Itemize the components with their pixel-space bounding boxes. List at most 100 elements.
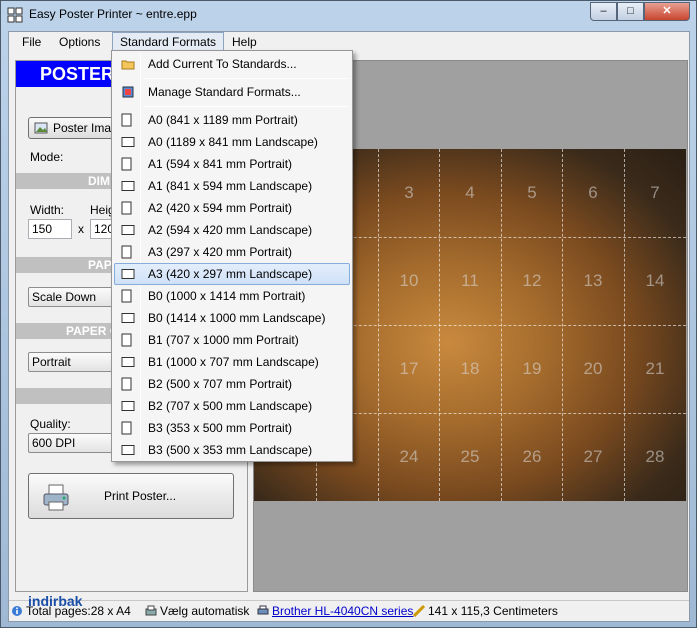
format-label: A0 (1189 x 841 mm Landscape) [148, 135, 318, 149]
portrait-page-icon [121, 421, 132, 435]
format-item[interactable]: A0 (841 x 1189 mm Portrait) [114, 109, 350, 131]
page-number: 6 [588, 183, 598, 202]
page-number: 4 [465, 183, 475, 202]
watermark-logo: indirbak [28, 593, 83, 609]
window-title: Easy Poster Printer ~ entre.epp [29, 7, 197, 21]
format-item[interactable]: B2 (707 x 500 mm Landscape) [114, 395, 350, 417]
format-label: B0 (1000 x 1414 mm Portrait) [148, 289, 306, 303]
landscape-page-icon [121, 225, 135, 235]
landscape-page-icon [121, 137, 135, 147]
menu-add-current[interactable]: Add Current To Standards... [114, 53, 350, 75]
format-item[interactable]: B1 (707 x 1000 mm Portrait) [114, 329, 350, 351]
title-bar: Easy Poster Printer ~ entre.epp – □ ✕ [1, 1, 696, 29]
format-label: B3 (353 x 500 mm Portrait) [148, 421, 293, 435]
format-label: A0 (841 x 1189 mm Portrait) [148, 113, 298, 127]
printer-icon [43, 484, 69, 511]
menu-manage-label: Manage Standard Formats... [148, 85, 301, 99]
quality-label: Quality: [30, 417, 71, 431]
format-label: B3 (500 x 353 mm Landscape) [148, 443, 313, 457]
format-label: B1 (707 x 1000 mm Portrait) [148, 333, 299, 347]
mode-label: Mode: [30, 150, 64, 164]
info-icon [12, 606, 22, 616]
menu-options[interactable]: Options [52, 32, 107, 53]
paper-source-text: Vælg automatisk [160, 604, 250, 618]
format-item[interactable]: A1 (594 x 841 mm Portrait) [114, 153, 350, 175]
portrait-page-icon [121, 289, 132, 303]
menu-separator [143, 106, 349, 107]
landscape-page-icon [121, 357, 135, 367]
printer-small-icon [257, 605, 269, 615]
format-item[interactable]: A3 (297 x 420 mm Portrait) [114, 241, 350, 263]
format-label: B1 (1000 x 707 mm Landscape) [148, 355, 319, 369]
format-item-selected[interactable]: A3 (420 x 297 mm Landscape) [114, 263, 350, 285]
quality-combo-value: 600 DPI [32, 436, 76, 450]
portrait-page-icon [121, 157, 132, 171]
format-item[interactable]: A2 (594 x 420 mm Landscape) [114, 219, 350, 241]
close-button[interactable]: ✕ [644, 2, 690, 21]
format-label: A1 (594 x 841 mm Portrait) [148, 157, 293, 171]
size-text: 141 x 115,3 Centimeters [428, 604, 558, 618]
portrait-page-icon [121, 201, 132, 215]
landscape-page-icon [121, 313, 135, 323]
format-label: B0 (1414 x 1000 mm Landscape) [148, 311, 326, 325]
page-number: 13 [583, 271, 603, 290]
format-item[interactable]: B0 (1000 x 1414 mm Portrait) [114, 285, 350, 307]
page-number: 10 [399, 271, 419, 290]
format-label: B2 (500 x 707 mm Portrait) [148, 377, 293, 391]
format-item[interactable]: B0 (1414 x 1000 mm Landscape) [114, 307, 350, 329]
scale-combo-value: Scale Down [32, 290, 97, 304]
status-bar: Total pages:28 x A4 Vælg automatisk Brot… [9, 600, 689, 621]
format-label: B2 (707 x 500 mm Landscape) [148, 399, 313, 413]
folder-add-icon [121, 60, 135, 70]
format-label: A3 (297 x 420 mm Portrait) [148, 245, 293, 259]
print-poster-label: Print Poster... [104, 489, 177, 503]
width-input[interactable]: 150 [28, 219, 72, 239]
app-icon [7, 7, 23, 23]
format-item[interactable]: B2 (500 x 707 mm Portrait) [114, 373, 350, 395]
page-number: 18 [460, 359, 480, 378]
format-label: A3 (420 x 297 mm Landscape) [148, 267, 313, 281]
menu-separator [143, 78, 349, 79]
menu-manage[interactable]: Manage Standard Formats... [114, 81, 350, 103]
times-label: x [78, 222, 84, 236]
format-item[interactable]: A2 (420 x 594 mm Portrait) [114, 197, 350, 219]
paper-source-status: Vælg automatisk [145, 604, 249, 618]
landscape-page-icon [121, 181, 135, 191]
print-poster-button[interactable]: Print Poster... [28, 473, 234, 519]
maximize-button[interactable]: □ [617, 2, 644, 21]
format-label: A1 (841 x 594 mm Landscape) [148, 179, 313, 193]
manage-icon [122, 86, 134, 98]
landscape-page-icon [121, 269, 135, 279]
page-number: 19 [522, 359, 542, 378]
width-label: Width: [30, 203, 65, 217]
format-item[interactable]: B3 (353 x 500 mm Portrait) [114, 417, 350, 439]
portrait-page-icon [121, 377, 132, 391]
printer-status[interactable]: Brother HL-4040CN series [257, 604, 413, 618]
quality-combo[interactable]: 600 DPI ▼ [28, 433, 123, 453]
page-number: 24 [399, 447, 419, 466]
format-label: A2 (594 x 420 mm Landscape) [148, 223, 313, 237]
tray-icon [145, 605, 157, 616]
image-icon [34, 122, 48, 134]
format-label: A2 (420 x 594 mm Portrait) [148, 201, 293, 215]
page-number: 26 [522, 447, 542, 466]
ruler-icon [413, 605, 425, 617]
page-number: 3 [404, 183, 414, 202]
orientation-combo-value: Portrait [32, 355, 71, 369]
format-item[interactable]: A1 (841 x 594 mm Landscape) [114, 175, 350, 197]
page-number: 20 [583, 359, 603, 378]
portrait-page-icon [121, 113, 132, 127]
menu-add-current-label: Add Current To Standards... [148, 57, 297, 71]
orientation-combo[interactable]: Portrait [28, 352, 123, 372]
minimize-button[interactable]: – [590, 2, 617, 21]
format-item[interactable]: B3 (500 x 353 mm Landscape) [114, 439, 350, 461]
page-number: 5 [527, 183, 537, 202]
portrait-page-icon [121, 245, 132, 259]
page-number: 28 [645, 447, 665, 466]
page-number: 7 [650, 183, 660, 202]
format-item[interactable]: A0 (1189 x 841 mm Landscape) [114, 131, 350, 153]
scale-combo[interactable]: Scale Down [28, 287, 123, 307]
format-item[interactable]: B1 (1000 x 707 mm Landscape) [114, 351, 350, 373]
menu-file[interactable]: File [15, 32, 48, 53]
printer-link[interactable]: Brother HL-4040CN series [272, 604, 413, 618]
